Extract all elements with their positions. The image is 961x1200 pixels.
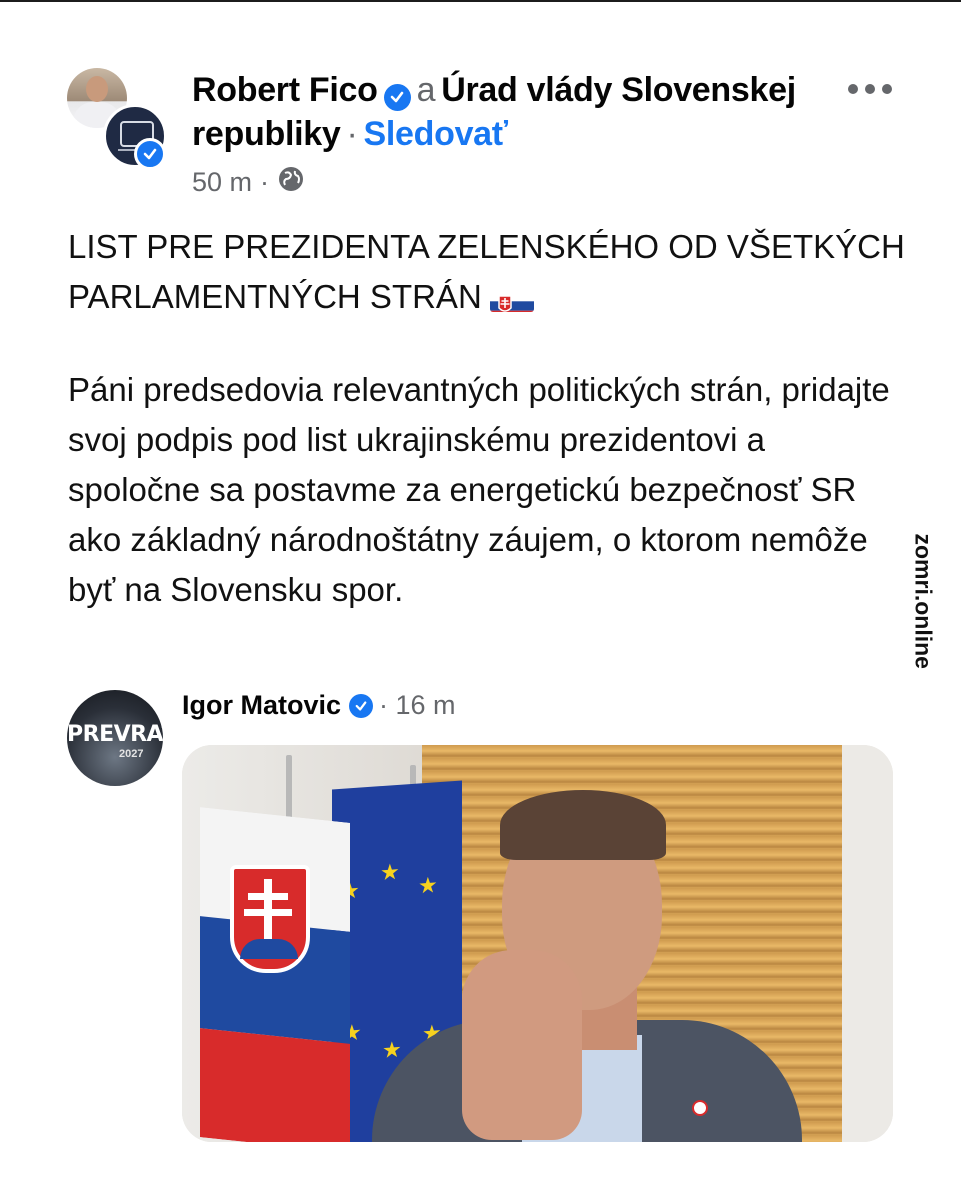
- post-meta: 50 m ·: [192, 165, 305, 200]
- globe-icon: [277, 165, 305, 200]
- post-header: Robert Fico a Úrad vlády Slovenskej republ…: [192, 68, 812, 156]
- more-options-icon[interactable]: [848, 84, 892, 94]
- top-border: [0, 0, 961, 2]
- author-name[interactable]: Robert Fico: [192, 71, 378, 109]
- verified-icon: [349, 693, 374, 718]
- post-time[interactable]: 50 m: [192, 167, 252, 198]
- post-title: LIST PRE PREZIDENTA ZELENSKÉHO OD VŠETKÝ…: [68, 222, 908, 322]
- follow-button[interactable]: Sledovať: [364, 115, 509, 153]
- slovak-flag: [200, 807, 350, 1142]
- avatar-logo-year: 2027: [119, 748, 144, 760]
- avatar-logo-text: PREVRAT: [67, 722, 163, 747]
- verified-badge-icon: [134, 138, 166, 170]
- man-in-suit: [372, 770, 892, 1142]
- meta-separator: ·: [260, 167, 270, 197]
- post-title-text: LIST PRE PREZIDENTA ZELENSKÉHO OD VŠETKÝ…: [68, 228, 905, 315]
- shared-post-header: Igor Matovic · 16 m: [182, 690, 456, 721]
- separator-dot: ·: [346, 115, 358, 153]
- shared-author-avatar[interactable]: PREVRAT 2027: [67, 690, 163, 786]
- slovak-coat-of-arms: [230, 865, 310, 973]
- post-body: Páni predsedovia relevantných politickýc…: [68, 371, 890, 608]
- shared-video-thumbnail[interactable]: ★ ★ ★ ★ ★ ★: [182, 745, 893, 1142]
- watermark-text: zomri.online: [910, 533, 937, 669]
- conjunction-text: a: [416, 71, 436, 109]
- shared-post-time[interactable]: · 16 m: [379, 690, 456, 721]
- shared-author-name[interactable]: Igor Matovic: [182, 690, 341, 721]
- verified-icon: [383, 83, 411, 111]
- slovak-flag-icon: [489, 284, 534, 312]
